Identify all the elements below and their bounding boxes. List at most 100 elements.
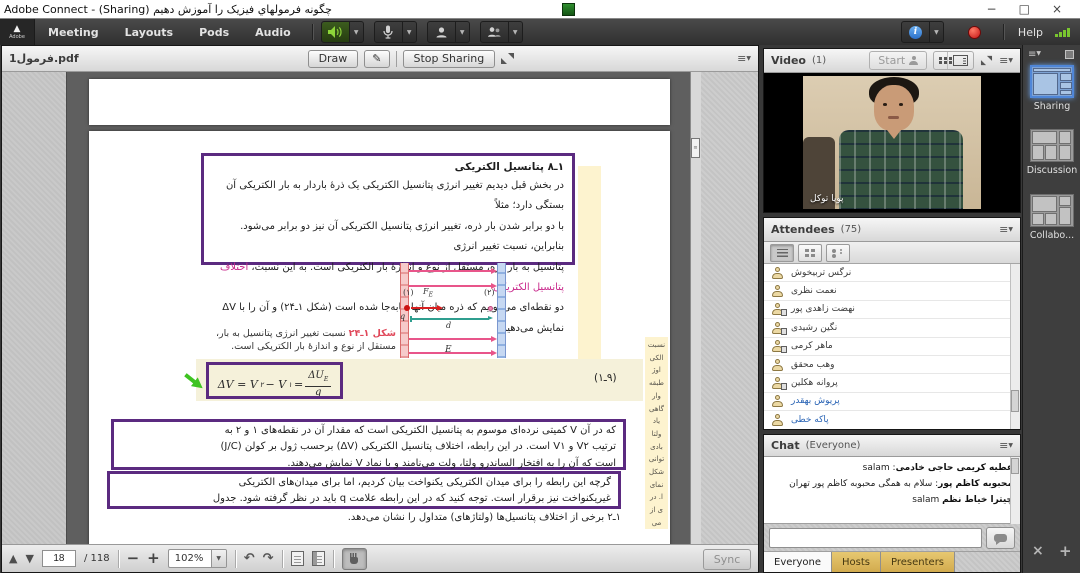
share-pod-menu-icon[interactable]: ≡▼ (737, 53, 751, 64)
fullscreen-icon[interactable] (501, 53, 514, 64)
page-down-button[interactable]: ▼ (25, 553, 33, 564)
webcam-dropdown-caret[interactable]: ▼ (455, 22, 469, 42)
speaker-dropdown-caret[interactable]: ▼ (349, 22, 363, 42)
field-line-arrow (409, 270, 492, 272)
attendee-row[interactable]: نهضت زاهدی پور (764, 301, 1020, 319)
attendees-count: (75) (841, 224, 862, 235)
raise-hand-status-icon[interactable] (481, 22, 508, 42)
close-layouts-icon[interactable]: × (1032, 543, 1044, 559)
menubar-divider (312, 24, 313, 40)
layouts-menu-icon[interactable]: ≡▼ (1028, 49, 1041, 60)
layout-label-collaboration[interactable]: Collabo... (1023, 230, 1080, 241)
attendees-pod-header: Attendees (75) ≡▼ (764, 218, 1020, 242)
attendee-grid-view-button[interactable] (798, 244, 822, 262)
chat-tab-hosts[interactable]: Hosts (832, 552, 881, 572)
menu-audio[interactable]: Audio (242, 26, 304, 39)
speaker-icon[interactable] (322, 22, 349, 42)
attendees-pod-menu-icon[interactable]: ≡▼ (999, 224, 1013, 235)
send-chat-button[interactable] (986, 527, 1015, 549)
help-link[interactable]: Help (1018, 26, 1043, 39)
zoom-level-select[interactable]: 102% ▼ (168, 549, 227, 568)
draw-button[interactable]: Draw (308, 50, 359, 68)
speech-bubble-icon (994, 534, 1007, 542)
chat-pod-menu-icon[interactable]: ≡▼ (999, 440, 1013, 451)
add-layout-icon[interactable]: + (1059, 542, 1072, 560)
presenter-plaid-shirt (839, 130, 963, 209)
layout-thumbnail-collaboration[interactable] (1030, 194, 1074, 227)
video-count: (1) (812, 55, 826, 66)
layout-thumbnail-sharing[interactable] (1030, 65, 1074, 98)
hand-icon (349, 553, 359, 564)
video-pod-menu-icon[interactable]: ≡▼ (999, 55, 1013, 66)
minimize-button[interactable]: − (987, 3, 997, 15)
adobe-connect-app-icon (562, 3, 575, 16)
attendee-row[interactable]: پاکه خطی (764, 411, 1020, 429)
attendee-status-view-button[interactable] (826, 244, 850, 262)
attendees-scrollbar-thumb[interactable] (1011, 390, 1019, 412)
stop-sharing-button[interactable]: Stop Sharing (403, 50, 496, 68)
connection-signal-icon[interactable] (1055, 28, 1070, 37)
video-pod-header: Video (1) Start ≡▼ (764, 49, 1020, 73)
rotate-right-button[interactable]: ↷ (263, 551, 274, 566)
attendees-scrollbar[interactable] (1010, 264, 1020, 429)
attendee-row[interactable]: نگین رشیدی (764, 319, 1020, 337)
attendee-list-view-button[interactable] (770, 244, 794, 262)
viewer-canvas: ۱ـ۸ پتانسیل الکتریکی در بخش قبل دیدیم تغ… (67, 72, 690, 544)
fit-page-icon[interactable] (291, 551, 304, 566)
menu-meeting[interactable]: Meeting (35, 26, 112, 39)
info-dropdown-caret[interactable]: ▼ (929, 22, 943, 42)
layout-thumbnail-discussion[interactable] (1030, 129, 1074, 162)
zoom-dropdown-caret[interactable]: ▼ (211, 550, 226, 567)
chat-tab-presenters[interactable]: Presenters (881, 552, 955, 572)
attendee-row[interactable]: پریوش بهقدر (764, 393, 1020, 411)
chat-scrollbar[interactable] (1010, 457, 1020, 524)
attendee-row[interactable]: نعمت نظری (764, 282, 1020, 300)
chat-tab-everyone[interactable]: Everyone (764, 552, 832, 572)
grid-view-icon[interactable] (934, 52, 947, 69)
filmstrip-view-icon[interactable] (947, 52, 973, 69)
document-scrollbar[interactable]: ≡ (690, 72, 701, 544)
field-line-arrow (409, 285, 492, 287)
document-scrollbar-thumb[interactable]: ≡ (691, 138, 700, 158)
maximize-button[interactable]: □ (1019, 3, 1030, 15)
shared-document-title: فرمول1.pdf (9, 52, 79, 65)
close-button[interactable]: × (1052, 3, 1062, 15)
page-number-input[interactable] (42, 550, 76, 567)
chat-scrollbar-thumb[interactable] (1011, 458, 1019, 474)
attendee-row[interactable]: پروانه هکلین (764, 374, 1020, 392)
status-dropdown-caret[interactable]: ▼ (508, 22, 522, 42)
chat-message-input[interactable] (769, 528, 982, 548)
pdf-highlight-box-2: که در آن V کمیتی نرده‌ای موسوم به پتانسی… (111, 419, 626, 470)
rotate-left-button[interactable]: ↶ (244, 551, 255, 566)
menu-pods[interactable]: Pods (186, 26, 242, 39)
layout-label-discussion[interactable]: Discussion (1023, 165, 1080, 176)
figure-point2-label: (۲) (484, 288, 495, 297)
layouts-pin-icon[interactable] (1065, 50, 1074, 59)
page-up-button[interactable]: ▲ (9, 553, 17, 564)
attendee-icon-with-badge (771, 340, 784, 352)
zoom-out-button[interactable]: − (127, 551, 140, 566)
layout-label-sharing[interactable]: Sharing (1023, 101, 1080, 112)
pdf-previous-page-fragment (89, 79, 670, 125)
attendee-row[interactable]: وهب محقق (764, 356, 1020, 374)
attendee-row[interactable]: نرگس تربیخوش (764, 264, 1020, 282)
fit-width-icon[interactable] (312, 551, 325, 566)
sync-button[interactable]: Sync (703, 549, 751, 570)
webcam-icon[interactable] (428, 22, 455, 42)
attendee-icon (771, 414, 784, 426)
pan-tool-button[interactable] (342, 548, 367, 570)
equation-number: (۹ـ۱) (594, 372, 617, 384)
speaker-button-group: ▼ (321, 21, 364, 43)
video-fullscreen-icon[interactable] (981, 56, 992, 65)
pencil-tool-button[interactable]: ✎ (364, 50, 389, 68)
start-webcam-button[interactable]: Start (869, 51, 927, 70)
attendee-row[interactable]: ماهر کرمی (764, 338, 1020, 356)
attendees-pod-title: Attendees (771, 223, 835, 236)
microphone-icon[interactable] (375, 22, 402, 42)
zoom-in-button[interactable]: + (147, 551, 160, 566)
microphone-dropdown-caret[interactable]: ▼ (402, 22, 416, 42)
menu-layouts[interactable]: Layouts (112, 26, 186, 39)
pdf-highlight-box-intro: ۱ـ۸ پتانسیل الکتریکی در بخش قبل دیدیم تغ… (201, 153, 575, 265)
info-icon[interactable]: i (902, 22, 929, 42)
attendee-icon-with-badge (771, 377, 784, 389)
